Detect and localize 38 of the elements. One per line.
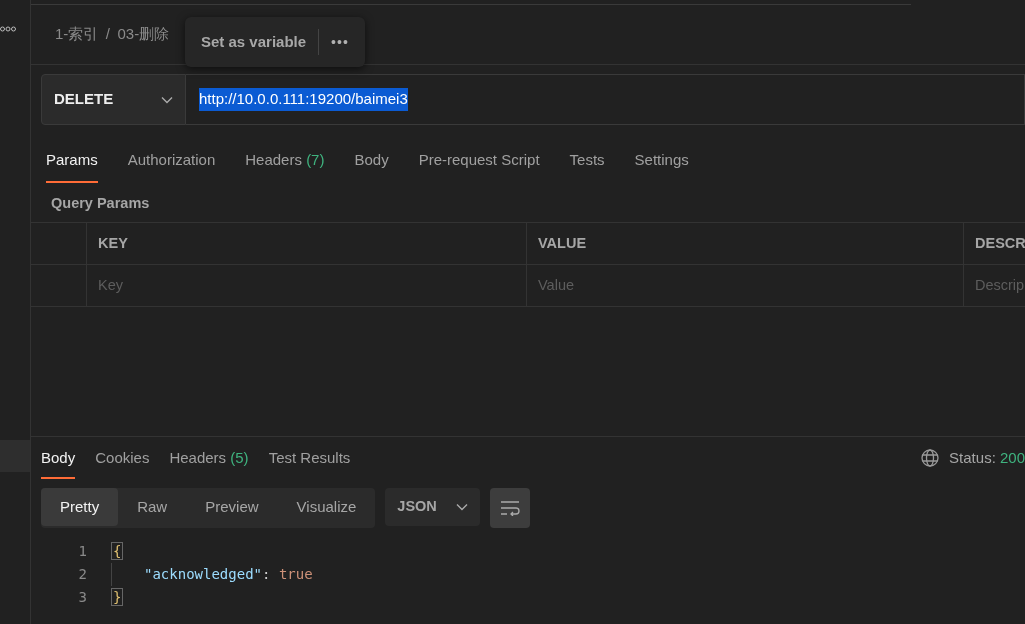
line-number: 2 (77, 564, 88, 584)
line-number: 1 (77, 541, 88, 561)
tab[interactable]: Settings (634, 141, 689, 183)
tab[interactable]: Test Results (268, 437, 351, 479)
tab[interactable]: Body (41, 437, 76, 479)
tab[interactable]: Params (46, 141, 98, 183)
chevron-down-icon (456, 502, 469, 511)
format-dropdown[interactable]: JSON (385, 487, 481, 526)
method-dropdown[interactable]: DELETE (41, 74, 186, 125)
dots-icon[interactable] (0, 26, 16, 32)
column-header: KEY (86, 223, 526, 266)
chevron-down-icon (161, 95, 173, 104)
view-mode-tab[interactable]: Pretty (41, 487, 119, 526)
wrap-lines-button[interactable] (490, 487, 531, 528)
breadcrumb-item[interactable]: 1-索引 (55, 23, 99, 46)
tab[interactable]: Cookies (95, 437, 150, 479)
tab[interactable]: Body (354, 141, 389, 183)
code-line: "acknowledged": true (144, 564, 313, 584)
status-text: Status: 200 (949, 447, 1025, 468)
view-mode-tab[interactable]: Preview (186, 487, 278, 526)
more-options[interactable]: ••• (331, 31, 349, 53)
view-mode-tab[interactable]: Raw (118, 487, 187, 526)
tab[interactable]: Tests (569, 141, 605, 183)
url-field[interactable]: http://10.0.0.111:19200/baimei3 (186, 74, 1025, 125)
globe-icon[interactable] (921, 449, 940, 467)
line-number: 3 (77, 587, 88, 607)
tab[interactable]: Pre-request Script (418, 141, 540, 183)
column-header: DESCR (963, 223, 1025, 266)
set-variable-option[interactable]: Set as variable (201, 30, 307, 54)
section-title: Query Params (50, 193, 151, 213)
tab[interactable]: Headers (5) (169, 437, 249, 479)
tab[interactable]: Authorization (127, 141, 216, 183)
breadcrumb-item[interactable]: 03-删除 (117, 23, 170, 46)
view-mode-tab[interactable]: Visualize (277, 487, 376, 526)
wrap-icon (500, 499, 521, 516)
tab[interactable]: Headers (7) (245, 141, 325, 183)
breadcrumb-separator: / (105, 24, 110, 45)
column-header: VALUE (526, 223, 963, 266)
